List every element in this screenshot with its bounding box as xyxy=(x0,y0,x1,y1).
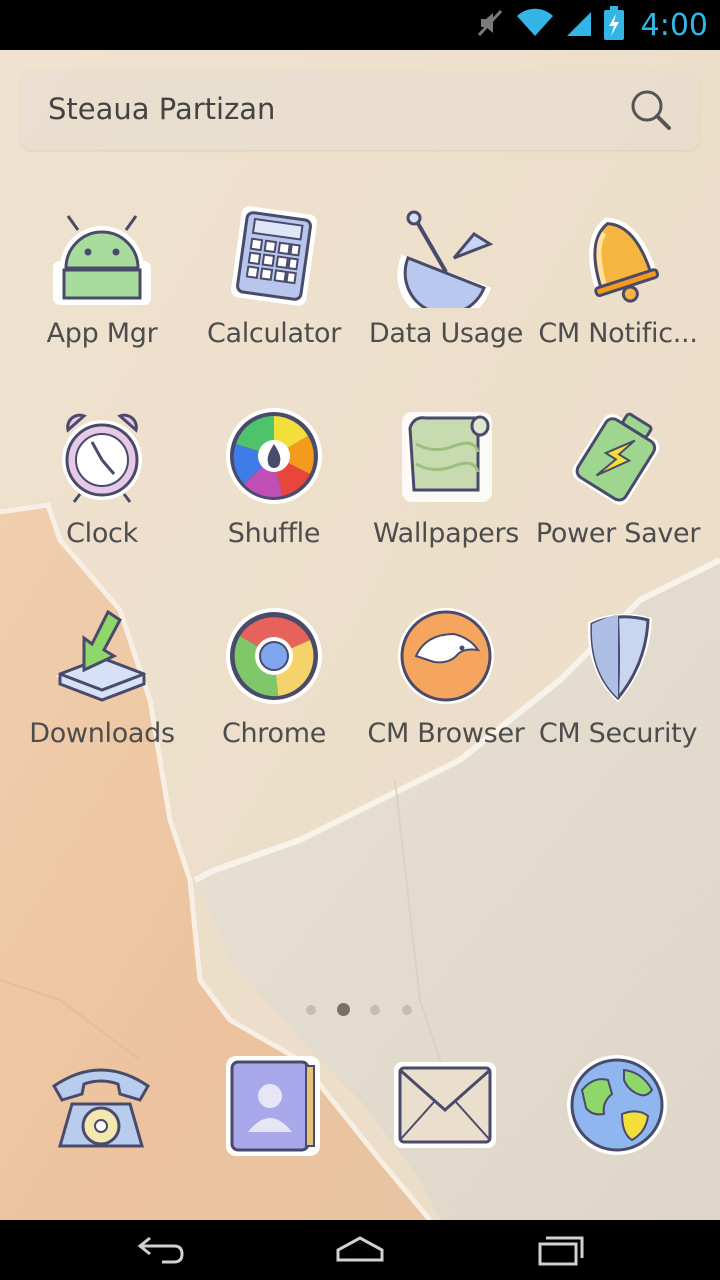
page-dot-active xyxy=(337,1003,350,1016)
android-icon xyxy=(50,204,154,308)
wifi-icon xyxy=(515,8,555,42)
app-label: Data Usage xyxy=(368,318,524,349)
app-chrome[interactable]: Chrome xyxy=(188,596,360,786)
page-dot xyxy=(306,1005,316,1015)
shield-icon xyxy=(566,604,670,708)
scroll-icon xyxy=(394,404,498,508)
app-label: App Mgr xyxy=(46,318,158,349)
status-time: 4:00 xyxy=(640,7,708,43)
app-data-usage[interactable]: Data Usage xyxy=(360,196,532,386)
download-tray-icon xyxy=(50,604,154,708)
color-wheel-icon xyxy=(222,404,326,508)
app-cm-notification[interactable]: CM Notific... xyxy=(532,196,704,386)
satellite-dish-icon xyxy=(394,204,498,323)
app-wallpapers[interactable]: Wallpapers xyxy=(360,396,532,586)
alarm-clock-icon xyxy=(50,404,154,508)
search-bar[interactable]: Steaua Partizan xyxy=(21,70,699,150)
page-indicator xyxy=(300,1003,420,1017)
status-icons: 4:00 xyxy=(477,0,708,50)
app-label: Chrome xyxy=(221,718,327,749)
app-power-saver[interactable]: Power Saver xyxy=(532,396,704,586)
contacts-app[interactable] xyxy=(218,1050,328,1160)
battery-charging-icon xyxy=(603,6,625,44)
app-app-mgr[interactable]: App Mgr xyxy=(16,196,188,386)
chrome-icon xyxy=(222,604,326,708)
cheetah-icon xyxy=(394,604,498,708)
app-label: Shuffle xyxy=(227,518,321,549)
app-shuffle[interactable]: Shuffle xyxy=(188,396,360,586)
phone-app[interactable] xyxy=(46,1050,156,1160)
mute-icon xyxy=(477,8,505,42)
status-bar: 4:00 xyxy=(0,0,720,50)
navigation-bar xyxy=(0,1220,720,1280)
battery-icon xyxy=(566,404,670,508)
page-dot xyxy=(402,1005,412,1015)
signal-icon xyxy=(565,8,593,42)
home-icon[interactable] xyxy=(330,1232,390,1268)
browser-app[interactable] xyxy=(562,1050,672,1160)
globe-icon xyxy=(562,1055,672,1164)
telephone-icon xyxy=(46,1068,156,1164)
app-label: CM Security xyxy=(538,718,698,749)
app-label: Power Saver xyxy=(535,518,701,549)
app-label: Clock xyxy=(66,518,138,549)
app-downloads[interactable]: Downloads xyxy=(16,596,188,786)
recents-icon[interactable] xyxy=(530,1232,590,1268)
dock xyxy=(0,1040,720,1170)
app-cm-security[interactable]: CM Security xyxy=(532,596,704,786)
email-app[interactable] xyxy=(390,1050,500,1160)
back-icon[interactable] xyxy=(130,1232,190,1268)
calculator-icon xyxy=(222,204,326,308)
search-text: Steaua Partizan xyxy=(48,92,276,126)
search-icon[interactable] xyxy=(629,88,673,132)
app-label: CM Notific... xyxy=(538,318,698,349)
bell-icon xyxy=(566,204,670,308)
app-calculator[interactable]: Calculator xyxy=(188,196,360,386)
app-cm-browser[interactable]: CM Browser xyxy=(360,596,532,786)
envelope-icon xyxy=(390,1062,500,1164)
app-clock[interactable]: Clock xyxy=(16,396,188,586)
page-dot xyxy=(370,1005,380,1015)
app-label: Downloads xyxy=(29,718,175,749)
app-label: Calculator xyxy=(206,318,342,349)
contacts-book-icon xyxy=(218,1056,328,1164)
app-label: CM Browser xyxy=(367,718,525,749)
app-label: Wallpapers xyxy=(372,518,520,549)
